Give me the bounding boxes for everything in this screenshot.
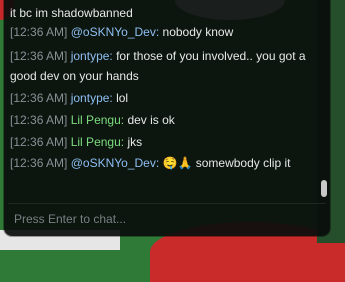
message-username[interactable]: @oSKNYo_Dev: (71, 25, 159, 39)
scrollbar-thumb[interactable] (321, 180, 327, 197)
message-timestamp: [12:36 AM] (10, 25, 68, 39)
chat-scrollbar[interactable] (319, 0, 327, 200)
message-username[interactable]: Lil Pengu: (71, 135, 124, 149)
message-text: jks (127, 135, 143, 149)
message-timestamp: [12:36 AM] (10, 91, 68, 105)
chat-input-area (8, 203, 326, 231)
message-text: somewbody clip it (195, 156, 291, 170)
message-text: nobody know (162, 25, 234, 39)
message-username[interactable]: Lil Pengu: (71, 113, 124, 127)
chat-input[interactable] (8, 207, 326, 231)
chat-message: [12:36 AM] @oSKNYo_Dev: 🤤🙏 somewbody cli… (10, 153, 310, 173)
message-text: lol (116, 91, 129, 105)
chat-message: it bc im shadowbanned (10, 3, 310, 23)
message-text: dev is ok (127, 113, 175, 127)
emoji-drool-pray-icon: 🤤🙏 (162, 156, 193, 170)
chat-message: [12:36 AM] jontype: lol (10, 88, 310, 108)
chat-message: [12:36 AM] Lil Pengu: jks (10, 132, 310, 152)
chat-message: [12:36 AM] Lil Pengu: dev is ok (10, 110, 310, 130)
message-timestamp: [12:36 AM] (10, 135, 68, 149)
message-timestamp: [12:36 AM] (10, 156, 68, 170)
chat-panel: it bc im shadowbanned [12:36 AM] @oSKNYo… (4, 0, 330, 236)
message-username[interactable]: @oSKNYo_Dev: (71, 156, 159, 170)
chat-message: [12:36 AM] @oSKNYo_Dev: nobody know (10, 22, 310, 42)
message-timestamp: [12:36 AM] (10, 113, 68, 127)
message-username[interactable]: jontype: (71, 91, 113, 105)
chat-message: [12:36 AM] jontype: for those of you inv… (10, 46, 310, 86)
message-text: it bc im shadowbanned (10, 6, 133, 20)
chat-message-list[interactable]: it bc im shadowbanned [12:36 AM] @oSKNYo… (4, 0, 316, 200)
message-username[interactable]: jontype: (71, 49, 113, 63)
message-timestamp: [12:36 AM] (10, 49, 68, 63)
